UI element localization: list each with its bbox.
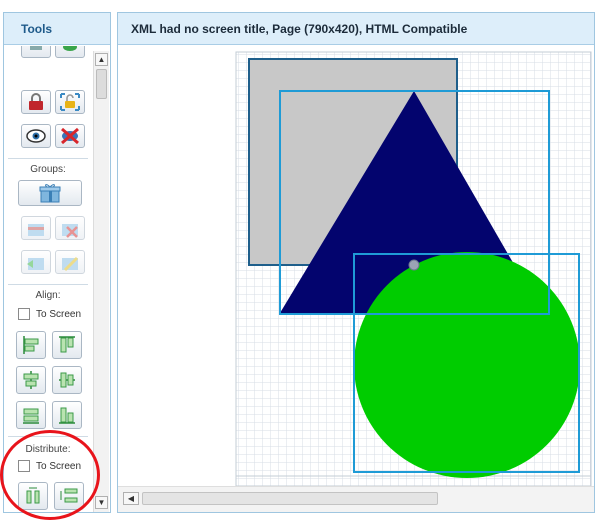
align-center-h-button[interactable] [16, 366, 46, 394]
align-center-v-icon [59, 372, 75, 388]
show-icon [26, 129, 46, 143]
groups-label: Groups: [30, 164, 66, 175]
group-edit-icon [62, 256, 79, 272]
align-bottom-icon [59, 407, 75, 424]
tools-scrollbar[interactable]: ▲ ▼ [93, 51, 109, 512]
rotation-handle[interactable] [408, 259, 420, 271]
align-center-h-icon [23, 371, 39, 389]
align-top-button[interactable] [52, 331, 82, 359]
align-bottom-button[interactable] [52, 401, 82, 429]
align-to-screen-label: To Screen [36, 308, 82, 320]
unlock-button[interactable] [55, 90, 85, 114]
group-select-icon [27, 258, 44, 270]
divider [8, 284, 88, 285]
canvas-title: XML had no screen title, Page (790x420),… [118, 13, 594, 45]
eye-partial-icon [63, 46, 77, 51]
hide-button[interactable] [55, 124, 85, 148]
hscroll-thumb[interactable] [142, 492, 438, 505]
hide-icon [61, 127, 79, 145]
green-circle[interactable] [354, 252, 580, 478]
crop-icon [30, 46, 42, 50]
group-icon [39, 184, 61, 203]
group-button[interactable] [18, 180, 82, 206]
group-add-icon [28, 224, 44, 236]
canvas-hscrollbar[interactable]: ◀ [118, 486, 594, 512]
checkbox-box[interactable] [18, 308, 30, 320]
crop-button[interactable] [21, 46, 51, 58]
align-right-button[interactable] [16, 401, 46, 429]
lock-button[interactable] [21, 90, 51, 114]
unlock-icon [60, 93, 80, 111]
align-label: Align: [35, 290, 61, 301]
canvas-panel: XML had no screen title, Page (790x420),… [117, 12, 595, 513]
group-select-button[interactable] [21, 250, 51, 274]
scroll-up-arrow[interactable]: ▲ [95, 53, 108, 66]
align-to-screen-checkbox[interactable]: To Screen [18, 308, 81, 320]
group-add-button[interactable] [21, 216, 51, 240]
eye-partial-button[interactable] [55, 46, 85, 58]
group-edit-button[interactable] [55, 250, 85, 274]
highlight-circle [0, 430, 100, 520]
align-center-v-button[interactable] [52, 366, 82, 394]
tools-title: Tools [4, 13, 110, 45]
scroll-thumb[interactable] [96, 69, 107, 99]
design-canvas[interactable] [118, 46, 594, 486]
align-right-icon [23, 408, 39, 424]
group-remove-button[interactable] [55, 216, 85, 240]
scroll-left-arrow[interactable]: ◀ [123, 492, 139, 505]
show-button[interactable] [21, 124, 51, 148]
align-left-icon [23, 336, 39, 354]
scroll-down-arrow[interactable]: ▼ [95, 496, 108, 509]
align-top-icon [59, 336, 75, 353]
group-remove-icon [62, 224, 78, 238]
divider [8, 158, 88, 159]
canvas-area[interactable] [118, 46, 594, 486]
lock-icon [29, 93, 43, 110]
align-left-button[interactable] [16, 331, 46, 359]
